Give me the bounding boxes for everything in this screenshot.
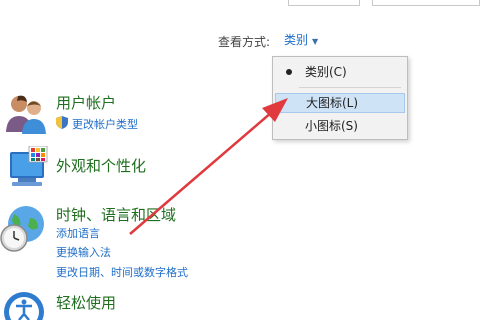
annotation-arrow [129,98,288,235]
arrow-line [129,111,273,235]
